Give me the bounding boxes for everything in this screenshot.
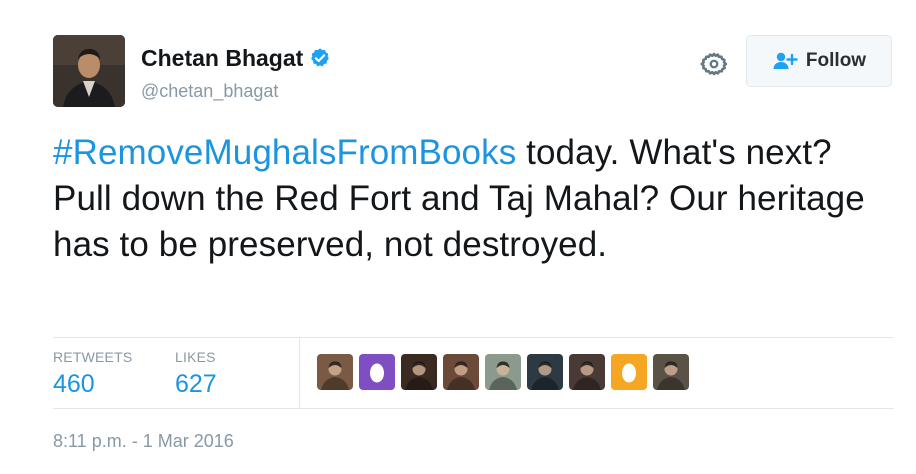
retweets-count[interactable]: 460 xyxy=(53,368,132,400)
likes-count[interactable]: 627 xyxy=(175,368,217,400)
egg-icon xyxy=(359,354,395,390)
tweet-text: #RemoveMughalsFromBooks today. What's ne… xyxy=(53,130,883,268)
retweets-label: RETWEETS xyxy=(53,349,133,365)
liker-avatar[interactable] xyxy=(527,354,563,390)
follow-button[interactable]: Follow xyxy=(746,35,892,87)
profile-photo-icon xyxy=(527,354,563,390)
tweet-card: Chetan Bhagat @chetan_bhagat Follow #Rem… xyxy=(0,0,916,474)
likes-label: LIKES xyxy=(175,349,216,365)
liker-avatar[interactable] xyxy=(443,354,479,390)
liker-avatar[interactable] xyxy=(653,354,689,390)
profile-photo-icon xyxy=(569,354,605,390)
stats-divider xyxy=(299,338,300,408)
verified-badge-icon xyxy=(311,48,330,67)
avatar[interactable] xyxy=(53,35,125,107)
tweet-timestamp[interactable]: 8:11 p.m. - 1 Mar 2016 xyxy=(53,430,234,452)
likes-stat[interactable]: LIKES 627 xyxy=(175,348,217,400)
hashtag-link[interactable]: #RemoveMughalsFromBooks xyxy=(53,133,516,172)
display-name[interactable]: Chetan Bhagat xyxy=(141,44,303,72)
author-name-row[interactable]: Chetan Bhagat xyxy=(141,44,331,72)
profile-photo-icon xyxy=(443,354,479,390)
retweets-stat[interactable]: RETWEETS 460 xyxy=(53,348,132,400)
liker-avatar[interactable] xyxy=(611,354,647,390)
tweet-stats: RETWEETS 460 LIKES 627 xyxy=(53,337,894,409)
profile-photo-icon xyxy=(485,354,521,390)
liker-avatar[interactable] xyxy=(359,354,395,390)
profile-photo-icon xyxy=(317,354,353,390)
add-user-icon xyxy=(773,52,798,69)
profile-photo-icon xyxy=(53,35,125,107)
profile-photo-icon xyxy=(653,354,689,390)
egg-icon xyxy=(611,354,647,390)
liker-avatar[interactable] xyxy=(485,354,521,390)
profile-photo-icon xyxy=(401,354,437,390)
liker-avatars xyxy=(317,354,689,390)
user-handle[interactable]: @chetan_bhagat xyxy=(141,80,278,102)
gear-icon[interactable] xyxy=(700,50,728,78)
liker-avatar[interactable] xyxy=(317,354,353,390)
liker-avatar[interactable] xyxy=(569,354,605,390)
liker-avatar[interactable] xyxy=(401,354,437,390)
follow-label: Follow xyxy=(805,50,867,71)
